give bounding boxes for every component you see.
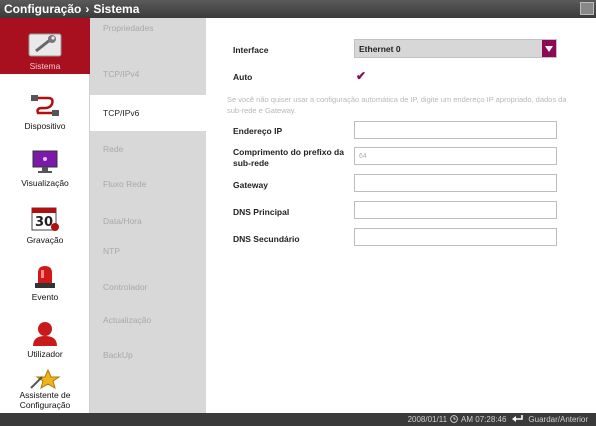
title-bar: Configuração › Sistema (0, 0, 596, 18)
clock: 2008/01/11 AM 07:28:46 (407, 414, 507, 425)
submenu-item-controlador[interactable]: Controlador (90, 269, 206, 305)
save-back-label: Guardar/Anterior (528, 415, 588, 424)
sidebar-item-label: Assistente de Configuração (19, 390, 71, 410)
submenu-item-label: Actualização (103, 315, 152, 325)
submenu-item-label: BackUp (103, 350, 133, 360)
sidebar-item-label: Sistema (29, 61, 61, 71)
submenu-item-actualizacao[interactable]: Actualização (90, 302, 206, 338)
auto-label: Auto (233, 72, 253, 82)
submenu-item-rede[interactable]: Rede (90, 131, 206, 167)
auto-checkbox[interactable]: ✔ (354, 69, 368, 83)
prefix-length-label: Comprimento do prefixo da sub-rede (233, 147, 344, 168)
sidebar-item-utilizador[interactable]: Utilizador (0, 306, 90, 362)
dns-primary-label: DNS Principal (233, 207, 290, 217)
sidebar-item-evento[interactable]: Evento (0, 249, 90, 305)
sidebar-item-visualizacao[interactable]: Visualização (0, 135, 90, 191)
breadcrumb-separator: › (85, 2, 90, 16)
date-text: 2008/01/11 (407, 415, 448, 424)
check-icon: ✔ (355, 69, 367, 83)
submenu-item-label: Fluxo Rede (103, 179, 147, 189)
sidebar-item-label: Gravação (26, 235, 64, 245)
submenu-item-label: Controlador (103, 282, 148, 292)
sidebar: Sistema Dispositivo Visualização 30 Grav… (0, 18, 90, 413)
wizard-star-icon (28, 369, 62, 389)
sidebar-item-gravacao[interactable]: 30 Gravação (0, 192, 90, 248)
dns-secondary-label: DNS Secundário (233, 234, 300, 244)
prefix-length-field[interactable]: 64 (354, 147, 557, 165)
gateway-field[interactable] (354, 174, 557, 192)
sidebar-item-label: Visualização (21, 178, 69, 188)
clock-icon (450, 414, 458, 425)
submenu-item-label: TCP/IPv4 (103, 69, 140, 79)
cable-plug-icon (28, 92, 62, 118)
sidebar-item-dispositivo[interactable]: Dispositivo (0, 78, 90, 134)
interface-select[interactable]: Ethernet 0 (354, 39, 557, 58)
submenu-item-tcpipv6[interactable]: TCP/IPv6 (90, 95, 206, 131)
submenu-item-label: NTP (103, 246, 120, 256)
gateway-label: Gateway (233, 180, 268, 190)
sidebar-item-label: Utilizador (27, 349, 63, 359)
time-text: AM 07:28:46 (461, 415, 507, 424)
submenu-item-propriedades[interactable]: Propriedades (90, 18, 206, 38)
breadcrumb-section: Configuração (4, 2, 82, 16)
sidebar-item-assistente[interactable]: Assistente de Configuração (0, 363, 90, 413)
interface-label: Interface (233, 45, 269, 55)
interface-select-value: Ethernet 0 (359, 43, 401, 54)
save-back-button[interactable]: Guardar/Anterior (512, 414, 588, 425)
dropdown-arrow-icon[interactable] (542, 40, 556, 57)
svg-text:30: 30 (35, 215, 53, 230)
return-arrow-icon (512, 414, 524, 425)
sidebar-item-label: Evento (31, 292, 59, 302)
dns-secondary-field[interactable] (354, 228, 557, 246)
wrench-icon (28, 32, 62, 58)
help-note: Se você não quiser usar a configuração a… (227, 95, 567, 115)
alarm-light-icon (28, 263, 62, 289)
submenu-item-label: Data/Hora (103, 216, 142, 226)
submenu-item-backup[interactable]: BackUp (90, 337, 206, 373)
submenu: Propriedades TCP/IPv4 TCP/IPv6 Rede Flux… (90, 18, 206, 413)
submenu-item-ntp[interactable]: NTP (90, 233, 206, 269)
dns-primary-field[interactable] (354, 201, 557, 219)
ip-address-field[interactable] (354, 121, 557, 139)
sidebar-item-sistema[interactable]: Sistema (0, 18, 90, 74)
window-icon[interactable] (580, 2, 594, 15)
submenu-item-tcpipv4[interactable]: TCP/IPv4 (90, 56, 206, 92)
sidebar-item-label: Dispositivo (24, 121, 66, 131)
status-bar: 2008/01/11 AM 07:28:46 Guardar/Anterior (0, 413, 596, 426)
calendar-icon: 30 (28, 206, 62, 232)
page-title: Sistema (93, 2, 140, 16)
settings-panel: Interface Ethernet 0 Auto ✔ Se você não … (206, 18, 596, 413)
submenu-item-fluxo-rede[interactable]: Fluxo Rede (90, 166, 206, 202)
submenu-item-label: TCP/IPv6 (103, 108, 140, 118)
ip-address-label: Endereço IP (233, 126, 283, 136)
submenu-item-label: Rede (103, 144, 124, 154)
user-icon (28, 320, 62, 346)
submenu-item-label: Propriedades (103, 23, 154, 33)
monitor-icon (28, 149, 62, 175)
